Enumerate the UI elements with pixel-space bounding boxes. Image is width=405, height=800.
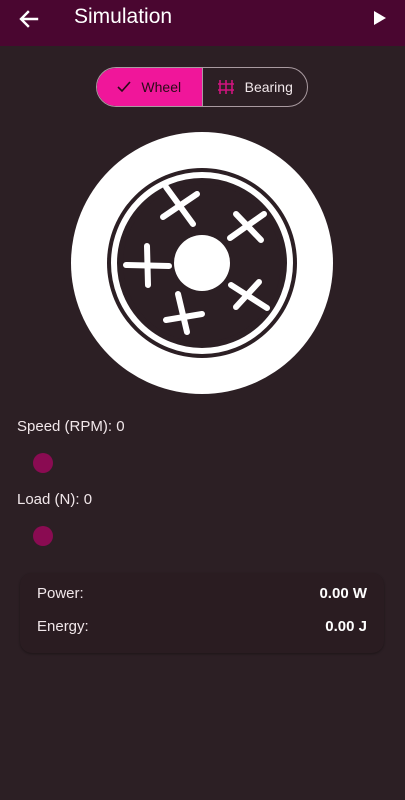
power-row: Power: 0.00 W bbox=[37, 585, 367, 602]
speed-slider[interactable] bbox=[20, 450, 385, 476]
check-icon bbox=[117, 81, 132, 93]
wheel-graphic bbox=[71, 132, 333, 394]
power-label: Power: bbox=[37, 585, 84, 602]
energy-row: Energy: 0.00 J bbox=[37, 618, 367, 635]
bearing-segment-label: Bearing bbox=[244, 79, 293, 95]
energy-label: Energy: bbox=[37, 618, 89, 635]
speed-label: Speed (RPM): 0 bbox=[17, 418, 125, 435]
energy-value: 0.00 J bbox=[325, 618, 367, 635]
wheel-icon bbox=[71, 132, 333, 394]
app-bar: Simulation bbox=[0, 0, 405, 46]
speed-slider-thumb[interactable] bbox=[33, 453, 53, 473]
play-icon bbox=[374, 11, 386, 25]
page-title: Simulation bbox=[74, 5, 173, 28]
wheel-segment[interactable]: Wheel bbox=[97, 68, 202, 106]
load-slider[interactable] bbox=[20, 523, 385, 549]
load-slider-thumb[interactable] bbox=[33, 526, 53, 546]
mode-toggle: Wheel Bearing bbox=[96, 67, 308, 107]
bearing-segment[interactable]: Bearing bbox=[201, 68, 308, 106]
bearing-icon bbox=[217, 80, 234, 94]
wheel-segment-label: Wheel bbox=[141, 79, 182, 95]
load-label: Load (N): 0 bbox=[17, 491, 93, 508]
power-value: 0.00 W bbox=[319, 585, 367, 602]
play-button[interactable] bbox=[367, 4, 393, 32]
arrow-left-icon bbox=[19, 10, 39, 28]
results-card: Power: 0.00 W Energy: 0.00 J bbox=[20, 573, 384, 653]
back-button[interactable] bbox=[14, 4, 44, 34]
